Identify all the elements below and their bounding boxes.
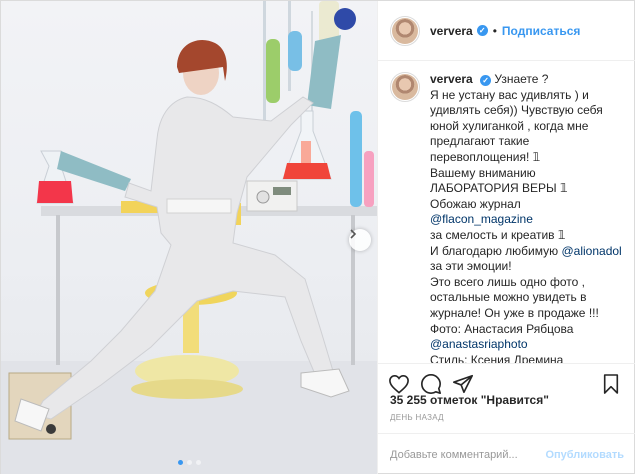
comments-section[interactable]: ververa ✓ Узнаете ? Я не устану вас удивл… xyxy=(378,62,635,363)
avatar[interactable] xyxy=(390,15,420,46)
carousel-dot-active xyxy=(177,460,183,465)
carousel-dots xyxy=(1,460,377,465)
carousel-dot xyxy=(186,460,192,465)
carousel-dot xyxy=(195,460,201,465)
caption-text-line: И благодарю любимую xyxy=(430,243,562,258)
heart-icon xyxy=(389,374,409,394)
caption-avatar[interactable] xyxy=(390,72,420,102)
instagram-post: ververa ✓ • Подписаться ververa ✓ Узнает… xyxy=(0,0,635,474)
post-time[interactable]: День назад xyxy=(390,413,444,422)
lab-photo-illustration xyxy=(1,1,377,474)
next-photo-button[interactable] xyxy=(349,229,371,251)
comment-input[interactable] xyxy=(390,448,546,461)
caption-text-line: Фото: Анастасия Рябцова xyxy=(430,321,574,336)
caption-body: Узнаете ? Я не устану вас удивлять ) и уд… xyxy=(430,72,622,363)
verified-badge-icon: ✓ xyxy=(480,75,492,86)
caption-username[interactable]: ververa xyxy=(430,72,473,86)
comment-icon xyxy=(421,373,441,394)
share-icon xyxy=(453,374,473,393)
caption-text-line: Обожаю журнал xyxy=(430,196,521,211)
caption-text-line: Стиль: Ксения Дремина xyxy=(430,352,564,363)
mention-link[interactable]: @anastasriaphoto xyxy=(430,337,528,351)
post-sidebar: ververa ✓ • Подписаться ververa ✓ Узнает… xyxy=(377,1,635,474)
add-comment-bar: Опубликовать xyxy=(378,433,635,474)
post-photo[interactable] xyxy=(1,1,377,474)
mention-link[interactable]: @alionadol xyxy=(561,244,621,258)
header-separator: • xyxy=(492,23,497,38)
likes-count[interactable]: 35 255 отметок "Нравится" xyxy=(390,393,549,407)
chevron-right-icon xyxy=(350,229,357,239)
verified-badge-icon: ✓ xyxy=(476,25,488,36)
bookmark-icon xyxy=(603,373,619,394)
caption-text-line: за смелость и креатив 𝟙 xyxy=(430,227,566,242)
caption-text-line: за эти эмоции! xyxy=(430,259,512,274)
save-button[interactable] xyxy=(598,371,624,397)
follow-button[interactable]: Подписаться xyxy=(502,24,580,38)
publish-button[interactable]: Опубликовать xyxy=(545,449,624,461)
caption-text-line: Вашему вниманию ЛАБОРАТОРИЯ ВЕРЫ 𝟙 xyxy=(430,165,568,196)
caption-text-line: Узнаете ? xyxy=(494,72,549,86)
caption-text-line: Я не устану вас удивлять ) и удивлять се… xyxy=(430,87,603,164)
caption-text: ververa ✓ Узнаете ? Я не устану вас удивл… xyxy=(430,72,624,363)
header-username[interactable]: ververa xyxy=(430,24,473,38)
mention-link[interactable]: @flacon_magazine xyxy=(430,212,533,226)
caption-text-line: Это всего лишь одно фото , остальные мож… xyxy=(430,274,599,320)
caption-comment: ververa ✓ Узнаете ? Я не устану вас удивл… xyxy=(390,72,624,363)
post-header: ververa ✓ • Подписаться xyxy=(378,1,635,61)
